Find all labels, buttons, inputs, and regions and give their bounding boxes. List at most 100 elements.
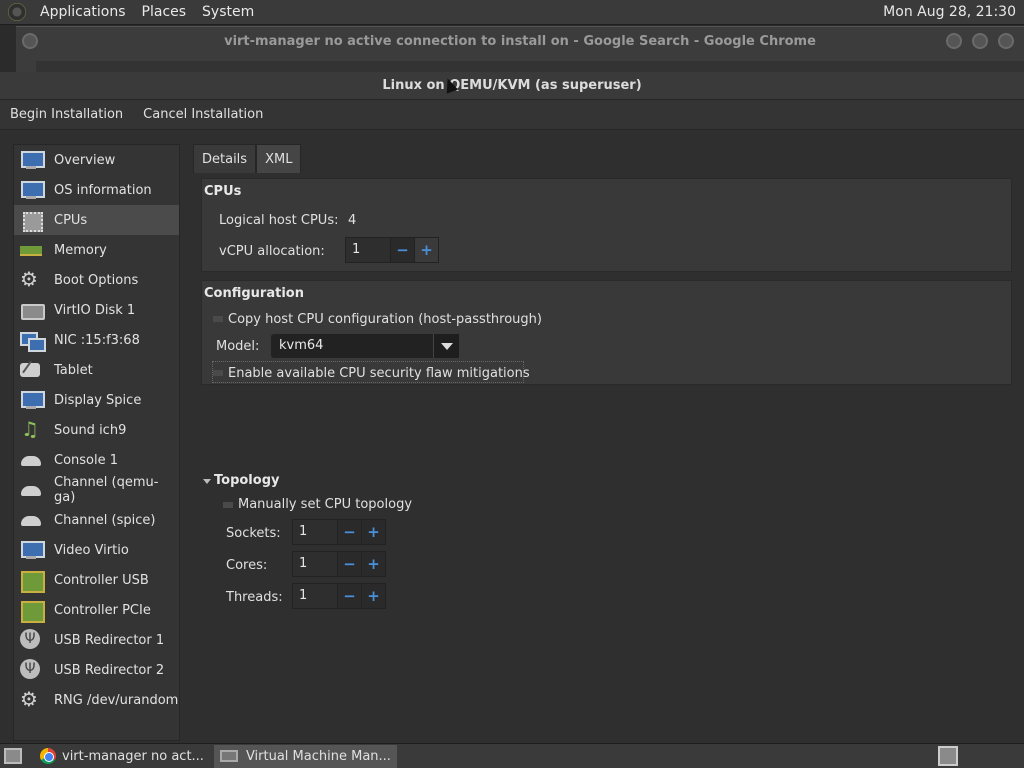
taskbar-item-virt-manager-label: Virtual Machine Man... [245,748,391,764]
sidebar-item-channel-qemu-ga[interactable]: Channel (qemu-ga) [14,475,179,505]
sound-icon [20,417,42,441]
tab-bar: Details XML [193,144,1024,174]
sidebar-item-overview[interactable]: Overview [14,145,179,175]
expander-arrow-icon[interactable] [203,479,211,484]
disk-icon [20,300,45,320]
sidebar-item-console[interactable]: Console 1 [14,445,179,475]
sidebar-item-boot-options[interactable]: Boot Options [14,265,179,295]
menu-system[interactable]: System [194,4,262,20]
sidebar-item-rng[interactable]: RNG /dev/urandom [14,685,179,715]
vcpu-allocation-label: vCPU allocation: [219,244,325,259]
cpus-section: CPUs Logical host CPUs: 4 vCPU allocatio… [201,178,1012,272]
sidebar-item-sound[interactable]: Sound ich9 [14,415,179,445]
threads-input[interactable]: 1 [293,584,337,608]
sockets-increment-button[interactable]: + [361,520,385,544]
copy-host-checkbox[interactable] [213,316,223,322]
menu-applications[interactable]: Applications [32,4,134,20]
copy-host-label[interactable]: Copy host CPU configuration (host-passth… [228,312,542,327]
taskbar-item-chrome[interactable]: virt-manager no act... [34,745,210,768]
manual-topology-label[interactable]: Manually set CPU topology [238,497,412,512]
usb-icon [20,659,42,680]
taskbar: virt-manager no act... Virtual Machine M… [0,743,1024,768]
memory-icon [20,240,42,260]
model-combobox[interactable]: kvm64 [271,334,459,358]
clock[interactable]: Mon Aug 28, 21:30 [883,4,1016,20]
hardware-list: Overview OS information CPUs Memory Boot… [13,144,180,741]
monitor-icon [20,150,45,170]
distro-logo-icon[interactable] [8,3,26,21]
cores-decrement-button[interactable]: − [337,552,361,576]
board-icon [20,570,45,593]
menu-places[interactable]: Places [134,4,195,20]
sidebar-item-cpus[interactable]: CPUs [14,205,179,235]
gears-icon [20,687,42,711]
sidebar-item-tablet[interactable]: Tablet [14,355,179,385]
vcpu-allocation-input[interactable]: 1 [346,238,390,262]
cancel-installation-button[interactable]: Cancel Installation [133,107,273,122]
configuration-section-title: Configuration [204,286,304,301]
minimize-icon[interactable] [946,33,962,49]
sockets-input[interactable]: 1 [293,520,337,544]
tablet-icon [20,360,42,380]
topology-section: Topology Manually set CPU topology Socke… [193,466,1024,626]
sidebar-item-usb-redirector-2[interactable]: USB Redirector 2 [14,655,179,685]
details-pane: Details XML CPUs Logical host CPUs: 4 vC… [193,144,1024,743]
logical-host-cpus-label: Logical host CPUs: [219,213,339,228]
chrome-icon [40,748,56,764]
threads-decrement-button[interactable]: − [337,584,361,608]
topology-title[interactable]: Topology [214,473,279,488]
tab-details[interactable]: Details [193,144,257,173]
begin-installation-button[interactable]: Begin Installation [0,107,133,122]
sidebar-item-usb-redirector-1[interactable]: USB Redirector 1 [14,625,179,655]
sidebar-item-display-spice[interactable]: Display Spice [14,385,179,415]
sidebar-item-channel-spice[interactable]: Channel (spice) [14,505,179,535]
board-icon [20,600,45,623]
monitor-icon [20,540,45,560]
console-icon [20,480,42,500]
taskbar-item-virt-manager[interactable]: Virtual Machine Man... [213,744,397,768]
monitor-icon [20,390,45,410]
console-icon [20,450,42,470]
vcpu-decrement-button[interactable]: − [390,238,414,262]
show-desktop-icon[interactable] [4,748,22,764]
sidebar-item-memory[interactable]: Memory [14,235,179,265]
sidebar-item-nic[interactable]: NIC :15:f3:68 [14,325,179,355]
cpus-section-title: CPUs [204,184,242,199]
vcpu-allocation-spinner: 1 − + [345,237,439,263]
chevron-down-icon[interactable] [433,334,459,358]
mitigations-label[interactable]: Enable available CPU security flaw mitig… [228,366,530,381]
close-icon[interactable] [998,33,1014,49]
mitigations-checkbox[interactable] [213,370,223,376]
threads-label: Threads: [226,590,283,605]
chip-icon [20,210,43,232]
usb-icon [20,629,42,650]
sidebar-item-controller-pcie[interactable]: Controller PCIe [14,595,179,625]
manual-topology-checkbox[interactable] [223,502,233,508]
vcpu-increment-button[interactable]: + [414,238,438,262]
top-panel: Applications Places System Mon Aug 28, 2… [0,0,1024,25]
sidebar-item-video-virtio[interactable]: Video Virtio [14,535,179,565]
sidebar-item-os-information[interactable]: OS information [14,175,179,205]
sidebar-item-virtio-disk[interactable]: VirtIO Disk 1 [14,295,179,325]
sockets-spinner: 1 − + [292,519,386,545]
gears-icon [20,267,42,291]
window-title[interactable]: Linux on QEMU/KVM (as superuser) [0,72,1024,100]
model-label: Model: [216,339,260,354]
virt-manager-icon [219,750,238,762]
background-chrome-window[interactable]: virt-manager no active connection to ins… [16,26,1024,73]
cores-increment-button[interactable]: + [361,552,385,576]
sockets-label: Sockets: [226,526,281,541]
threads-spinner: 1 − + [292,583,386,609]
tray-icon[interactable] [938,746,958,766]
model-input[interactable]: kvm64 [271,334,433,358]
cores-input[interactable]: 1 [293,552,337,576]
toolbar: Begin Installation Cancel Installation [0,100,1024,130]
tab-xml[interactable]: XML [256,144,302,173]
configuration-section: Configuration Copy host CPU configuratio… [201,280,1012,385]
cores-spinner: 1 − + [292,551,386,577]
sidebar-item-controller-usb[interactable]: Controller USB [14,565,179,595]
threads-increment-button[interactable]: + [361,584,385,608]
taskbar-item-chrome-label: virt-manager no act... [62,748,204,764]
maximize-icon[interactable] [972,33,988,49]
sockets-decrement-button[interactable]: − [337,520,361,544]
